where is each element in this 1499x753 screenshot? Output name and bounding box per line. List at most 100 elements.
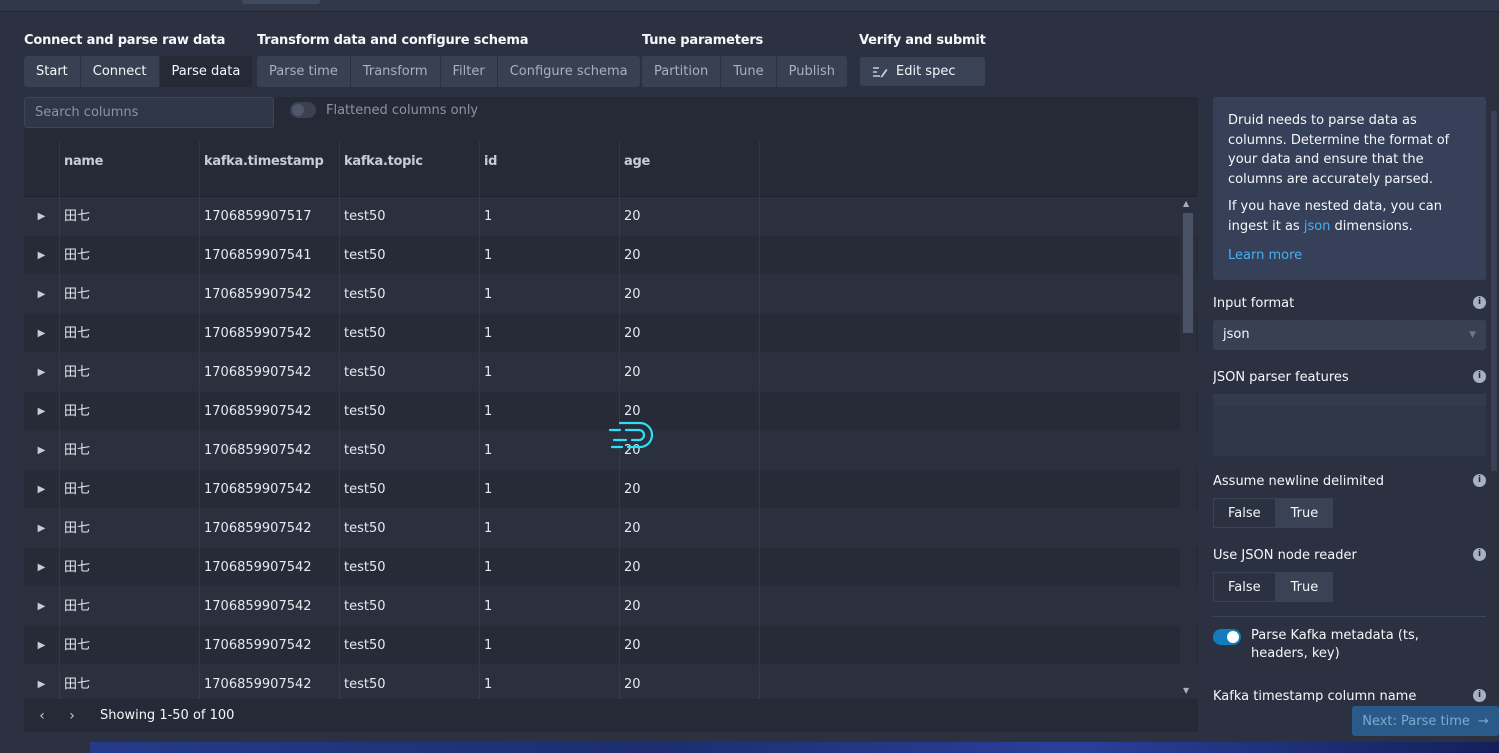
cell-kafka-timestamp: 1706859907542 bbox=[200, 548, 340, 586]
step-tune-button[interactable]: Tune bbox=[721, 56, 777, 87]
scroll-up-icon[interactable]: ▲ bbox=[1183, 199, 1189, 208]
table-row[interactable]: ▶ 田七 1706859907542 test50 1 20 bbox=[24, 314, 1198, 353]
cell-kafka-topic: test50 bbox=[340, 197, 480, 235]
cell-filler bbox=[760, 236, 1198, 274]
flattened-label: Flattened columns only bbox=[326, 102, 479, 118]
next-page-icon[interactable]: › bbox=[64, 708, 80, 724]
side-panel-scrollbar[interactable] bbox=[1490, 97, 1498, 702]
cell-filler bbox=[760, 587, 1198, 625]
cell-age: 20 bbox=[620, 548, 760, 586]
step-filter-button[interactable]: Filter bbox=[440, 56, 498, 87]
learn-more-link[interactable]: Learn more bbox=[1228, 248, 1302, 263]
column-header-age[interactable]: age bbox=[620, 142, 760, 197]
cell-name: 田七 bbox=[60, 197, 200, 235]
expand-row-icon[interactable]: ▶ bbox=[24, 470, 60, 508]
cell-kafka-topic: test50 bbox=[340, 470, 480, 508]
expand-row-icon[interactable]: ▶ bbox=[24, 392, 60, 430]
cell-age: 20 bbox=[620, 275, 760, 313]
info-icon[interactable]: i bbox=[1473, 547, 1486, 561]
expand-row-icon[interactable]: ▶ bbox=[24, 353, 60, 391]
column-header-name[interactable]: name bbox=[60, 142, 200, 197]
newline-true-button[interactable]: True bbox=[1275, 497, 1334, 528]
input-format-field: Input format i json ▼ bbox=[1213, 295, 1486, 350]
info-icon[interactable]: i bbox=[1473, 688, 1486, 702]
parse-kafka-metadata-toggle[interactable]: Parse Kafka metadata (ts, headers, key) bbox=[1213, 627, 1486, 663]
expand-row-icon[interactable]: ▶ bbox=[24, 665, 60, 699]
expand-row-icon[interactable]: ▶ bbox=[24, 197, 60, 235]
cell-id: 1 bbox=[480, 197, 620, 235]
expand-row-icon[interactable]: ▶ bbox=[24, 236, 60, 274]
cell-age: 20 bbox=[620, 509, 760, 547]
cell-id: 1 bbox=[480, 626, 620, 664]
flattened-columns-toggle[interactable]: Flattened columns only bbox=[290, 102, 478, 118]
step-parse-time-button[interactable]: Parse time bbox=[257, 56, 351, 87]
column-header-kafka-timestamp[interactable]: kafka.timestamp bbox=[200, 142, 340, 197]
scroll-down-icon[interactable]: ▼ bbox=[1183, 686, 1189, 695]
expand-row-icon[interactable]: ▶ bbox=[24, 548, 60, 586]
table-row[interactable]: ▶ 田七 1706859907542 test50 1 20 bbox=[24, 509, 1198, 548]
step-transform-button[interactable]: Transform bbox=[350, 56, 441, 87]
cell-kafka-timestamp: 1706859907542 bbox=[200, 470, 340, 508]
table-row[interactable]: ▶ 田七 1706859907542 test50 1 20 bbox=[24, 470, 1198, 509]
json-parser-features-input[interactable] bbox=[1213, 393, 1486, 456]
kafka-metadata-switch[interactable] bbox=[1213, 628, 1241, 645]
search-columns-input[interactable] bbox=[24, 97, 274, 128]
column-header-id[interactable]: id bbox=[480, 142, 620, 197]
newline-false-button[interactable]: False bbox=[1213, 497, 1276, 528]
table-header: name kafka.timestamp kafka.topic id age bbox=[24, 142, 1198, 197]
table-row[interactable]: ▶ 田七 1706859907542 test50 1 20 bbox=[24, 665, 1198, 699]
column-header-kafka-topic[interactable]: kafka.topic bbox=[340, 142, 480, 197]
input-format-select[interactable]: json ▼ bbox=[1213, 319, 1486, 350]
step-parse-data-button[interactable]: Parse data bbox=[159, 56, 253, 87]
step-connect-button[interactable]: Connect bbox=[80, 56, 160, 87]
table-row[interactable]: ▶ 田七 1706859907542 test50 1 20 bbox=[24, 275, 1198, 314]
cell-kafka-topic: test50 bbox=[340, 314, 480, 352]
cell-kafka-timestamp: 1706859907542 bbox=[200, 587, 340, 625]
expand-row-icon[interactable]: ▶ bbox=[24, 431, 60, 469]
info-icon[interactable]: i bbox=[1473, 369, 1486, 383]
step-configure-schema-button[interactable]: Configure schema bbox=[497, 56, 640, 87]
node-reader-false-button[interactable]: False bbox=[1213, 571, 1276, 602]
expand-row-icon[interactable]: ▶ bbox=[24, 509, 60, 547]
cell-kafka-topic: test50 bbox=[340, 626, 480, 664]
pagination: ‹ › Showing 1-50 of 100 bbox=[24, 699, 1198, 732]
kafka-timestamp-field: Kafka timestamp column name i bbox=[1213, 688, 1486, 702]
scrollbar-thumb[interactable] bbox=[1183, 213, 1193, 333]
table-row[interactable]: ▶ 田七 1706859907542 test50 1 20 bbox=[24, 587, 1198, 626]
top-tab-stub[interactable] bbox=[242, 0, 320, 4]
edit-spec-button[interactable]: Edit spec bbox=[859, 56, 986, 87]
step-publish-button[interactable]: Publish bbox=[776, 56, 847, 87]
cell-filler bbox=[760, 197, 1198, 235]
table-scrollbar[interactable]: ▲ ▼ bbox=[1180, 197, 1196, 697]
flattened-switch[interactable] bbox=[290, 102, 316, 118]
step-start-button[interactable]: Start bbox=[24, 56, 81, 87]
info-icon[interactable]: i bbox=[1473, 295, 1486, 309]
json-node-reader-field: Use JSON node reader i False True bbox=[1213, 547, 1486, 602]
step-partition-button[interactable]: Partition bbox=[642, 56, 722, 87]
json-link[interactable]: json bbox=[1304, 219, 1331, 234]
expand-row-icon[interactable]: ▶ bbox=[24, 587, 60, 625]
table-row[interactable]: ▶ 田七 1706859907542 test50 1 20 bbox=[24, 353, 1198, 392]
step-group-transform: Transform data and configure schema Pars… bbox=[257, 32, 640, 87]
node-reader-true-button[interactable]: True bbox=[1275, 571, 1334, 602]
table-row[interactable]: ▶ 田七 1706859907542 test50 1 20 bbox=[24, 626, 1198, 665]
step-group-verify: Verify and submit Edit spec bbox=[859, 32, 986, 87]
scrollbar-thumb[interactable] bbox=[1491, 111, 1497, 471]
next-button-label: Next: Parse time bbox=[1362, 713, 1470, 729]
info-icon[interactable]: i bbox=[1473, 473, 1486, 487]
table-row[interactable]: ▶ 田七 1706859907517 test50 1 20 bbox=[24, 197, 1198, 236]
table-row[interactable]: ▶ 田七 1706859907541 test50 1 20 bbox=[24, 236, 1198, 275]
next-parse-time-button[interactable]: Next: Parse time → bbox=[1352, 706, 1499, 736]
newline-delimited-field: Assume newline delimited i False True bbox=[1213, 473, 1486, 528]
json-parser-label: JSON parser features bbox=[1213, 369, 1349, 385]
parser-config-panel: Druid needs to parse data as columns. De… bbox=[1213, 97, 1486, 702]
info-text-nested: If you have nested data, you can ingest … bbox=[1228, 197, 1471, 236]
prev-page-icon[interactable]: ‹ bbox=[34, 708, 50, 724]
table-row[interactable]: ▶ 田七 1706859907542 test50 1 20 bbox=[24, 548, 1198, 587]
json-parser-field: JSON parser features i bbox=[1213, 369, 1486, 456]
expand-row-icon[interactable]: ▶ bbox=[24, 314, 60, 352]
expand-row-icon[interactable]: ▶ bbox=[24, 626, 60, 664]
expand-row-icon[interactable]: ▶ bbox=[24, 275, 60, 313]
cell-name: 田七 bbox=[60, 665, 200, 699]
cell-id: 1 bbox=[480, 665, 620, 699]
